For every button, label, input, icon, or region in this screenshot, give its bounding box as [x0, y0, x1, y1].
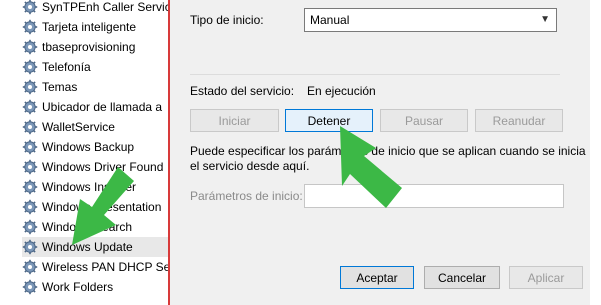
service-list-item[interactable]: SynTPEnh Caller Servic [22, 0, 168, 17]
gear-icon [22, 159, 38, 175]
section-divider [190, 74, 560, 75]
gear-icon [22, 119, 38, 135]
service-list-item[interactable]: Work Folders [22, 277, 168, 297]
service-name: Tarjeta inteligente [42, 20, 137, 34]
info-text-line2: el servicio desde aquí. [190, 159, 310, 173]
apply-button[interactable]: Aplicar [509, 266, 583, 289]
accept-button[interactable]: Aceptar [340, 266, 414, 289]
gear-icon [22, 19, 38, 35]
services-list: SynTPEnh Caller Servic Tarjeta inteligent… [0, 0, 168, 305]
resume-button[interactable]: Reanudar [475, 109, 563, 132]
cancel-button[interactable]: Cancelar [424, 266, 500, 289]
gear-icon [22, 259, 38, 275]
start-button[interactable]: Iniciar [190, 109, 279, 132]
service-name: Temas [42, 80, 78, 94]
gear-icon [22, 199, 38, 215]
arrow-icon [340, 126, 402, 208]
service-list-item[interactable]: Windows Backup [22, 137, 168, 157]
gear-icon [22, 279, 38, 295]
gear-icon [22, 59, 38, 75]
service-name: Ubicador de llamada a [42, 100, 163, 114]
start-params-label: Parámetros de inicio: [190, 189, 303, 203]
service-name: Telefonía [42, 60, 91, 74]
list-left-gutter [0, 0, 22, 305]
startup-type-select[interactable]: Manual ▼ [304, 8, 557, 32]
service-list-item[interactable]: WalletService [22, 117, 168, 137]
gear-icon [22, 79, 38, 95]
service-name: Work Folders [42, 280, 114, 294]
gear-icon [22, 219, 38, 235]
service-name: tbaseprovisioning [42, 40, 136, 54]
service-list-item[interactable]: tbaseprovisioning [22, 37, 168, 57]
service-name: Wireless PAN DHCP Se [42, 260, 168, 274]
service-list-item[interactable]: Ubicador de llamada a [22, 97, 168, 117]
gear-icon [22, 179, 38, 195]
arrow-icon [72, 167, 134, 245]
service-list-item[interactable]: Temas [22, 77, 168, 97]
gear-icon [22, 139, 38, 155]
service-list-item[interactable]: Tarjeta inteligente [22, 17, 168, 37]
service-name: Windows Backup [42, 140, 135, 154]
gear-icon [22, 39, 38, 55]
gear-icon [22, 0, 38, 15]
service-status-label: Estado del servicio: [190, 84, 295, 98]
startup-type-label: Tipo de inicio: [190, 13, 264, 27]
service-status-value: En ejecución [307, 84, 376, 98]
service-list-item[interactable]: Telefonía [22, 57, 168, 77]
window-edge [590, 0, 601, 305]
service-name: WalletService [42, 120, 115, 134]
gear-icon [22, 99, 38, 115]
service-name: SynTPEnh Caller Servic [42, 0, 168, 14]
gear-icon [22, 239, 38, 255]
service-list-item[interactable]: Wireless PAN DHCP Se [22, 257, 168, 277]
startup-type-value: Manual [310, 13, 350, 27]
chevron-down-icon: ▼ [540, 14, 550, 25]
